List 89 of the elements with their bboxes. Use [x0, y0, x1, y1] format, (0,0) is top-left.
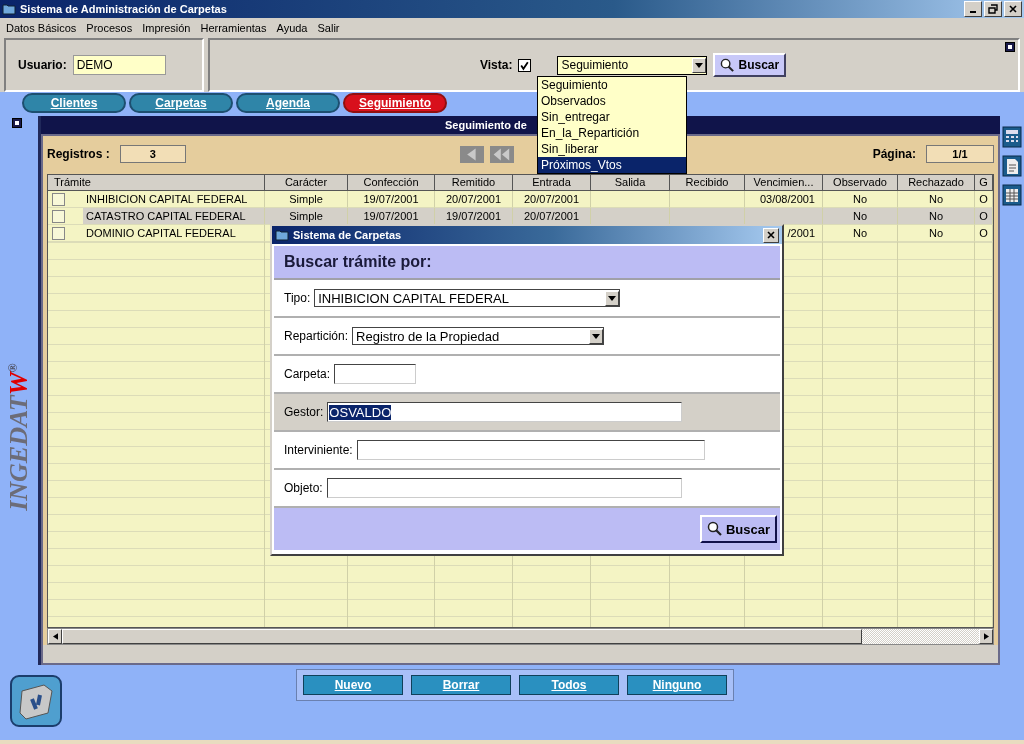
column-header[interactable]: Observado [823, 175, 898, 191]
window-title: Sistema de Administración de Carpetas [20, 3, 227, 15]
dropdown-option[interactable]: Sin_liberar [538, 141, 686, 157]
column-header[interactable]: Carácter [265, 175, 348, 191]
select-field[interactable]: INHIBICION CAPITAL FEDERAL [314, 289, 621, 307]
search-icon [720, 57, 736, 73]
horizontal-scrollbar[interactable] [47, 628, 994, 645]
table-cell[interactable]: CATASTRO CAPITAL FEDERAL [83, 208, 264, 224]
action-button[interactable]: Ninguno [627, 675, 727, 695]
search-button[interactable]: Buscar [699, 515, 777, 543]
column-header[interactable]: Trámite [48, 175, 265, 191]
input-field[interactable]: OSVALDO [327, 402, 683, 422]
field-label: Carpeta: [284, 367, 331, 381]
right-arrow-icon [983, 633, 989, 640]
action-button[interactable]: Borrar [411, 675, 511, 695]
close-button[interactable] [1004, 1, 1022, 17]
view-dropdown[interactable]: Seguimiento [557, 55, 708, 75]
tab[interactable]: Carpetas [129, 93, 233, 113]
folder-icon [2, 3, 16, 15]
caret-icon [608, 295, 617, 301]
column-header[interactable]: G [975, 175, 993, 191]
field-label: Objeto: [284, 481, 323, 495]
caret-icon [592, 333, 601, 339]
column-header[interactable]: Salida [591, 175, 670, 191]
input-field[interactable] [326, 478, 682, 498]
table-row[interactable]: INHIBICION CAPITAL FEDERAL Simple 19/07/2001 20/07/2001 20/07/2001 03/08/2001 No No O [48, 191, 993, 208]
field-label: Gestor: [284, 405, 324, 419]
spreadsheet-icon[interactable] [1002, 184, 1022, 206]
menu-item[interactable]: Salir [317, 22, 340, 34]
column-header[interactable]: Confección [348, 175, 435, 191]
logo-icon[interactable] [10, 675, 62, 727]
panel-toggle-icon[interactable] [12, 118, 22, 128]
row-checkbox[interactable] [52, 226, 65, 240]
page-label: Página: [872, 147, 916, 161]
table-row[interactable]: CATASTRO CAPITAL FEDERAL Simple 19/07/2001 19/07/2001 20/07/2001 No No O [48, 208, 993, 225]
close-icon [1008, 4, 1018, 14]
close-button[interactable] [763, 227, 779, 243]
minimize-icon [970, 11, 976, 13]
user-field[interactable]: DEMO [72, 55, 166, 75]
action-button[interactable]: Nuevo [303, 675, 403, 695]
table-cell: O [975, 225, 993, 242]
row-checkbox[interactable] [52, 192, 65, 206]
restore-button[interactable] [984, 1, 1002, 17]
tab[interactable]: Agenda [236, 93, 340, 113]
caret-icon [695, 62, 704, 68]
minimize-button[interactable] [964, 1, 982, 17]
menu-item[interactable]: Ayuda [276, 22, 308, 34]
dropdown-option[interactable]: Seguimiento [538, 77, 686, 93]
select-field[interactable]: Registro de la Propiedad [352, 327, 605, 345]
dropdown-option[interactable]: Observados [538, 93, 686, 109]
close-icon [766, 230, 776, 240]
folder-icon [275, 229, 289, 241]
records-count: 3 [119, 145, 186, 163]
table-cell[interactable]: DOMINIO CAPITAL FEDERAL [83, 225, 264, 241]
dialog-heading: Buscar trámite por: [284, 253, 432, 271]
input-field[interactable] [334, 364, 417, 384]
view-checkbox[interactable] [518, 58, 532, 72]
input-field[interactable] [356, 440, 705, 460]
column-header[interactable]: Recibido [670, 175, 745, 191]
field-label: Interviniente: [284, 443, 353, 457]
view-label: Vista: [480, 58, 513, 72]
calculator-icon[interactable] [1002, 126, 1022, 148]
page-count: 1/1 [926, 145, 994, 163]
action-button[interactable]: Todos [519, 675, 619, 695]
table-cell: No [823, 225, 898, 242]
menu-item[interactable]: Datos Básicos [6, 22, 77, 34]
left-arrow-icon [52, 633, 58, 640]
dropdown-option[interactable]: Próximos_Vtos [538, 157, 686, 173]
restore-icon [988, 4, 998, 14]
menu-item[interactable]: Herramientas [200, 22, 267, 34]
search-icon [706, 521, 723, 537]
records-label: Registros : [47, 147, 110, 161]
table-cell: No [898, 225, 975, 242]
menu-item[interactable]: Impresión [142, 22, 191, 34]
tab[interactable]: Seguimiento [343, 93, 447, 113]
column-header[interactable]: Rechazado [898, 175, 975, 191]
row-checkbox[interactable] [52, 209, 65, 223]
dialog-title: Sistema de Carpetas [293, 229, 402, 241]
field-label: Tipo: [284, 291, 311, 305]
panel-toggle-icon[interactable] [1005, 42, 1015, 52]
search-button[interactable]: Buscar [713, 53, 787, 77]
menu-item[interactable]: Procesos [86, 22, 133, 34]
user-label: Usuario: [18, 58, 67, 72]
field-label: Repartición: [284, 329, 349, 343]
column-header[interactable]: Entrada [513, 175, 591, 191]
tab[interactable]: Clientes [22, 93, 126, 113]
column-header[interactable]: Remitido [435, 175, 513, 191]
column-header[interactable]: Vencimien... [745, 175, 823, 191]
document-icon[interactable] [1002, 155, 1022, 177]
